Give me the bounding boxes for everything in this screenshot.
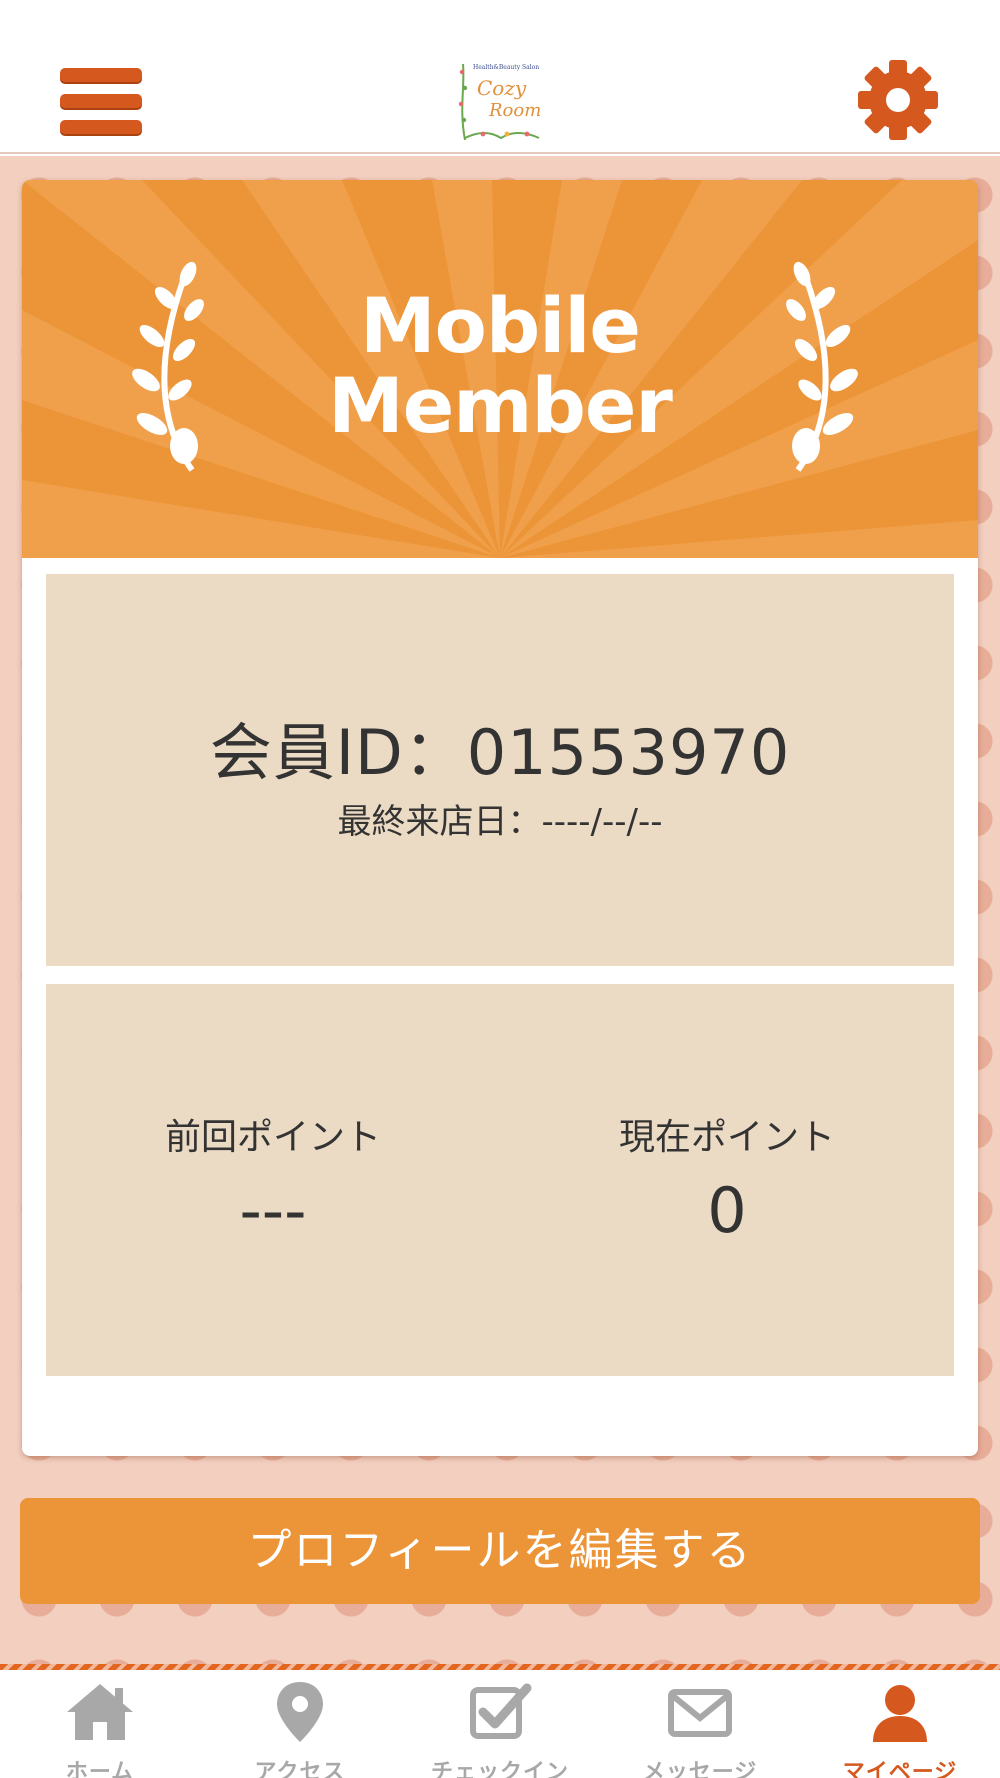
user-icon: [873, 1685, 927, 1742]
current-points-label: 現在ポイント: [618, 1117, 835, 1158]
member-id: 会員ID：01553970: [209, 716, 791, 789]
tab-mypage-label: マイページ: [842, 1760, 958, 1778]
tab-checkin[interactable]: チェックイン: [400, 1674, 600, 1778]
salon-logo: Health&Beauty Salon Cozy Room: [455, 58, 547, 144]
home-icon: [67, 1684, 133, 1740]
logo-tagline: Health&Beauty Salon: [473, 64, 540, 71]
tab-checkin-label: チェックイン: [430, 1760, 569, 1778]
last-visit-date: 最終来店日：----/--/--: [337, 802, 663, 842]
hamburger-menu-icon[interactable]: [60, 66, 142, 136]
current-points-value: 0: [707, 1174, 747, 1247]
tab-access[interactable]: アクセス: [200, 1674, 400, 1778]
member-card: Mobile Member 会員ID：01553970 最終来店日：----/-…: [22, 180, 978, 1456]
previous-points-value: ---: [239, 1174, 307, 1247]
map-pin-icon: [277, 1682, 323, 1742]
tab-mypage[interactable]: マイページ: [800, 1674, 1000, 1778]
checkbox-icon: [470, 1683, 532, 1739]
tab-messages[interactable]: メッセージ: [600, 1674, 800, 1778]
mobile-member-banner: Mobile Member: [22, 180, 978, 558]
gear-icon[interactable]: [856, 58, 940, 142]
app-screen: Health&Beauty Salon Cozy Room Mobile Mem…: [0, 0, 1000, 1778]
member-info-panel: 会員ID：01553970 最終来店日：----/--/--: [46, 574, 954, 966]
logo-name-line2: Room: [489, 100, 542, 121]
tab-bar-divider: [0, 1664, 1000, 1670]
envelope-icon: [668, 1689, 732, 1737]
current-points: 現在ポイント 0: [500, 984, 954, 1376]
banner-title-line2: Member: [328, 361, 673, 450]
tab-access-label: アクセス: [254, 1760, 346, 1778]
previous-points: 前回ポイント ---: [46, 984, 500, 1376]
tab-messages-label: メッセージ: [642, 1760, 758, 1778]
app-header: Health&Beauty Salon Cozy Room: [0, 0, 1000, 154]
bottom-tab-bar: ホーム アクセス チェックイン メッセージ マイページ: [0, 1664, 1000, 1778]
points-panel: 前回ポイント --- 現在ポイント 0: [46, 984, 954, 1376]
tab-home-label: ホーム: [65, 1760, 135, 1778]
edit-profile-button[interactable]: プロフィールを編集する: [20, 1498, 980, 1604]
logo-name-line1: Cozy: [477, 76, 527, 100]
tab-home[interactable]: ホーム: [0, 1674, 200, 1778]
banner-title-line1: Mobile: [360, 281, 641, 370]
previous-points-label: 前回ポイント: [164, 1117, 381, 1158]
